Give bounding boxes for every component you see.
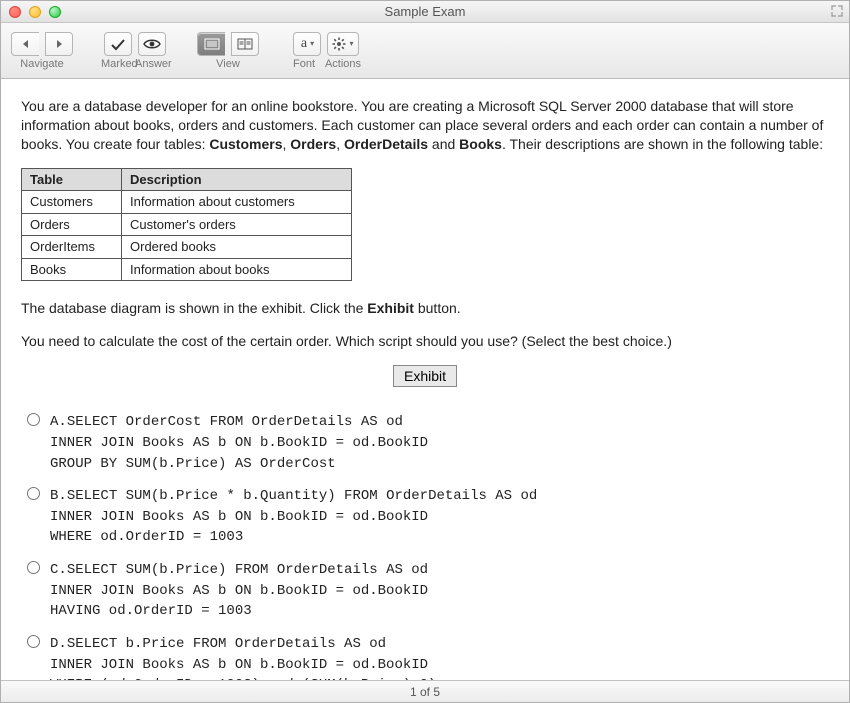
view-single-button[interactable] [197, 32, 225, 56]
table-name: Orders [290, 136, 336, 152]
answer-radio-a[interactable] [27, 413, 40, 426]
table-name: Customers [209, 136, 282, 152]
cell-table: Books [22, 258, 122, 281]
answer-radio-c[interactable] [27, 561, 40, 574]
answer-radio-b[interactable] [27, 487, 40, 500]
nav-forward-button[interactable] [45, 32, 73, 56]
toolbar-group-navigate: Navigate [11, 32, 73, 70]
toolbar-label-navigate: Navigate [20, 58, 63, 70]
table-name: Books [459, 136, 502, 152]
answer-code: SELECT SUM(b.Price) FROM OrderDetails AS… [50, 562, 428, 619]
answer-list: A.SELECT OrderCost FROM OrderDetails AS … [27, 411, 829, 680]
answer-letter: A. [50, 414, 67, 430]
font-button[interactable]: a▾ [293, 32, 321, 56]
toolbar-label-marked: Marked [101, 58, 135, 70]
cell-table: OrderItems [22, 236, 122, 259]
text: button. [414, 300, 461, 316]
close-icon[interactable] [9, 6, 21, 18]
cell-desc: Information about customers [122, 191, 352, 214]
answer-letter: D. [50, 636, 67, 652]
answer-code: SELECT OrderCost FROM OrderDetails AS od… [50, 414, 428, 471]
exhibit-button[interactable]: Exhibit [393, 365, 457, 387]
table-name: OrderDetails [344, 136, 428, 152]
chevron-down-icon: ▾ [310, 39, 314, 48]
toolbar-label-font: Font [287, 58, 321, 70]
question-panel: You are a database developer for an onli… [1, 79, 849, 680]
check-icon [110, 37, 126, 51]
triangle-right-icon [54, 39, 64, 49]
minimize-icon[interactable] [29, 6, 41, 18]
toolbar-group-marked-answer: Marked Answer [101, 32, 169, 70]
table-row: OrderItemsOrdered books [22, 236, 352, 259]
answer-button[interactable] [138, 32, 166, 56]
split-pane-icon [237, 38, 253, 50]
toolbar-group-view: View [197, 32, 259, 70]
window-controls [1, 6, 61, 18]
cell-desc: Customer's orders [122, 213, 352, 236]
toolbar-group-font-actions: a▾ ▾ Font Actions [287, 32, 365, 70]
answer-letter: C. [50, 562, 67, 578]
answer-option: C.SELECT SUM(b.Price) FROM OrderDetails … [27, 559, 829, 621]
table-row: BooksInformation about books [22, 258, 352, 281]
table-row: OrdersCustomer's orders [22, 213, 352, 236]
tables-description: Table Description CustomersInformation a… [21, 168, 352, 282]
single-pane-icon [204, 38, 220, 50]
text-bold: Exhibit [367, 300, 414, 316]
answer-option: A.SELECT OrderCost FROM OrderDetails AS … [27, 411, 829, 473]
table-row: CustomersInformation about customers [22, 191, 352, 214]
titlebar: Sample Exam [1, 1, 849, 23]
answer-code: SELECT SUM(b.Price * b.Quantity) FROM Or… [50, 488, 537, 545]
fullscreen-icon[interactable] [831, 5, 843, 17]
app-window: Sample Exam Navigate [0, 0, 850, 703]
nav-back-button[interactable] [11, 32, 39, 56]
toolbar-label-view: View [216, 58, 240, 70]
table-header-row: Table Description [22, 168, 352, 191]
page-indicator: 1 of 5 [410, 685, 440, 699]
actions-button[interactable]: ▾ [327, 32, 358, 56]
text: The database diagram is shown in the exh… [21, 300, 367, 316]
window-title: Sample Exam [1, 4, 849, 19]
cell-table: Customers [22, 191, 122, 214]
answer-code: SELECT b.Price FROM OrderDetails AS od I… [50, 636, 436, 680]
cell-desc: Ordered books [122, 236, 352, 259]
question-intro: You are a database developer for an onli… [21, 97, 829, 154]
eye-icon [143, 37, 161, 51]
gear-icon [332, 37, 346, 51]
marked-button[interactable] [104, 32, 132, 56]
zoom-icon[interactable] [49, 6, 61, 18]
answer-radio-d[interactable] [27, 635, 40, 648]
view-split-button[interactable] [231, 32, 259, 56]
chevron-down-icon: ▾ [349, 39, 353, 48]
answer-option: D.SELECT b.Price FROM OrderDetails AS od… [27, 633, 829, 680]
toolbar: Navigate Marked Answer [1, 23, 849, 79]
triangle-left-icon [21, 39, 31, 49]
cell-table: Orders [22, 213, 122, 236]
header-table: Table [22, 168, 122, 191]
need-line: You need to calculate the cost of the ce… [21, 332, 829, 351]
answer-letter: B. [50, 488, 67, 504]
status-bar: 1 of 5 [1, 680, 849, 702]
font-glyph: a [301, 36, 307, 52]
answer-option: B.SELECT SUM(b.Price * b.Quantity) FROM … [27, 485, 829, 547]
cell-desc: Information about books [122, 258, 352, 281]
toolbar-label-actions: Actions [321, 58, 365, 70]
intro-text: . Their descriptions are shown in the fo… [502, 136, 823, 152]
header-description: Description [122, 168, 352, 191]
toolbar-label-answer: Answer [135, 58, 169, 70]
diagram-line: The database diagram is shown in the exh… [21, 299, 829, 318]
